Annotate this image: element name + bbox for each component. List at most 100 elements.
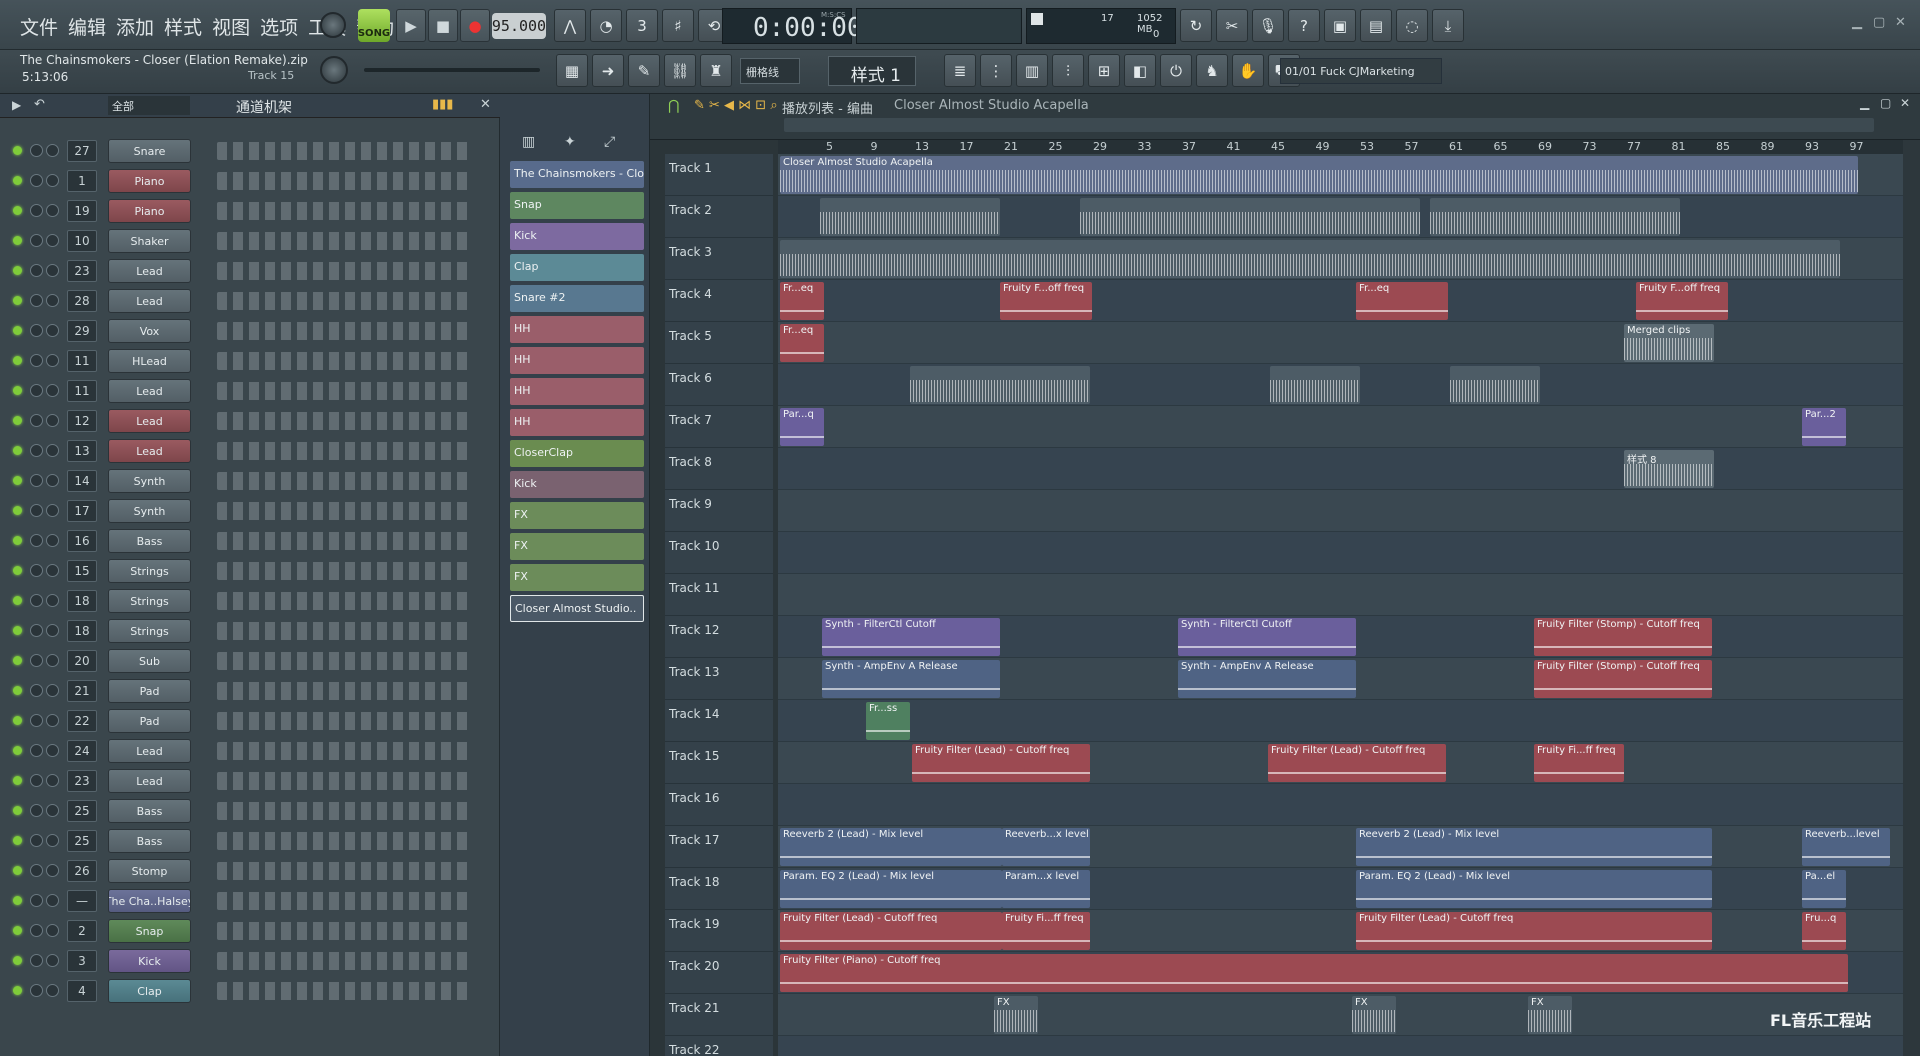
channel-button[interactable]: Stomp — [108, 859, 191, 883]
channel-pan-knob[interactable] — [30, 714, 43, 727]
track-header[interactable]: Track 11 — [665, 574, 773, 616]
playlist-clip[interactable]: Fruity Fi...ff freq — [1002, 912, 1090, 950]
close-icon[interactable]: ✕ — [1895, 15, 1906, 30]
channel-volume-knob[interactable] — [46, 414, 59, 427]
cut-icon[interactable]: ✂ — [1216, 9, 1248, 42]
news-panel[interactable]: 01/01 Fuck CJMarketing — [1280, 58, 1442, 84]
channel-pan-knob[interactable] — [30, 804, 43, 817]
playlist-clip[interactable]: Reeverb...level — [1802, 828, 1890, 866]
channel-button[interactable]: Bass — [108, 799, 191, 823]
channel-volume-knob[interactable] — [46, 444, 59, 457]
step-sequencer[interactable] — [217, 502, 473, 520]
picker-item[interactable]: Closer Almost Studio.. — [510, 595, 644, 622]
step-sequencer[interactable] — [217, 292, 473, 310]
channel-button[interactable]: Lead — [108, 769, 191, 793]
playlist-maximize-icon[interactable]: ▢ — [1880, 96, 1891, 110]
track-header[interactable]: Track 2 — [665, 196, 773, 238]
channel-volume-knob[interactable] — [46, 264, 59, 277]
playlist-clip[interactable]: Synth - AmpEnv A Release — [822, 660, 1000, 698]
menu-options[interactable]: 选项 — [258, 13, 300, 40]
channel-button[interactable]: Vox — [108, 319, 191, 343]
channel-button[interactable]: Piano — [108, 169, 191, 193]
channel-led-icon[interactable] — [13, 536, 22, 545]
channel-led-icon[interactable] — [13, 746, 22, 755]
pat-song-toggle[interactable]: SONG — [358, 9, 390, 42]
playlist-clip[interactable]: Reeverb...x level — [1002, 828, 1090, 866]
channel-button[interactable]: Kick — [108, 949, 191, 973]
playlist-clip[interactable] — [1430, 198, 1680, 236]
playlist-clip[interactable]: Merged clips — [1624, 324, 1714, 362]
channel-volume-knob[interactable] — [46, 894, 59, 907]
channel-volume-knob[interactable] — [46, 204, 59, 217]
channel-mixer-track[interactable]: 3 — [67, 950, 97, 972]
channel-led-icon[interactable] — [13, 416, 22, 425]
channel-led-icon[interactable] — [13, 446, 22, 455]
channel-led-icon[interactable] — [13, 476, 22, 485]
track-lane[interactable] — [778, 994, 1903, 1036]
channel-button[interactable]: Lead — [108, 739, 191, 763]
channel-mixer-track[interactable]: 14 — [67, 470, 97, 492]
channel-mixer-track[interactable]: 10 — [67, 230, 97, 252]
channel-pan-knob[interactable] — [30, 774, 43, 787]
channel-led-icon[interactable] — [13, 686, 22, 695]
playlist-clip[interactable]: Closer Almost Studio Acapella — [780, 156, 1858, 194]
playlist-clip[interactable]: FX — [994, 996, 1038, 1034]
maximize-icon[interactable]: ▢ — [1873, 15, 1885, 30]
channel-pan-knob[interactable] — [30, 624, 43, 637]
playlist-clip[interactable]: Fruity F...off freq — [1000, 282, 1092, 320]
playlist-clip[interactable]: Fruity Filter (Lead) - Cutoff freq — [1268, 744, 1446, 782]
download-icon[interactable]: ⤓ — [1432, 9, 1464, 42]
channel-volume-knob[interactable] — [46, 384, 59, 397]
record-button[interactable]: ● — [460, 9, 490, 42]
channel-volume-knob[interactable] — [46, 534, 59, 547]
channel-led-icon[interactable] — [13, 596, 22, 605]
menu-edit[interactable]: 编辑 — [66, 13, 108, 40]
piano-roll-icon[interactable]: ▦ — [556, 54, 588, 87]
channel-mixer-track[interactable]: 29 — [67, 320, 97, 342]
channel-led-icon[interactable] — [13, 866, 22, 875]
channel-pan-knob[interactable] — [30, 354, 43, 367]
step-sequencer[interactable] — [217, 892, 473, 910]
picker-item[interactable]: HH — [510, 347, 644, 374]
track-lane[interactable] — [778, 448, 1903, 490]
channel-mixer-track[interactable]: 16 — [67, 530, 97, 552]
track-lane[interactable] — [778, 700, 1903, 742]
picker-auto-icon[interactable]: ⤢ — [604, 134, 615, 150]
touch-icon[interactable]: ✋ — [1232, 54, 1264, 87]
channel-mixer-track[interactable]: 18 — [67, 620, 97, 642]
playlist-clip[interactable]: Reeverb 2 (Lead) - Mix level — [780, 828, 1002, 866]
channel-button[interactable]: Shaker — [108, 229, 191, 253]
playlist-clip[interactable]: Fr...ss — [866, 702, 910, 740]
channel-mixer-track[interactable]: 4 — [67, 980, 97, 1002]
track-lane[interactable] — [778, 784, 1903, 826]
undo-history-icon[interactable]: ↻ — [1180, 9, 1212, 42]
stop-button[interactable]: ■ — [428, 9, 458, 42]
playlist-clip[interactable]: Param...x level — [1002, 870, 1090, 908]
browser-view-icon[interactable]: ⊞ — [1088, 54, 1120, 87]
channel-volume-knob[interactable] — [46, 864, 59, 877]
channel-mixer-track[interactable]: 25 — [67, 830, 97, 852]
playlist-clip[interactable] — [1080, 198, 1420, 236]
playlist-clip[interactable]: Fruity F...off freq — [1636, 282, 1728, 320]
channel-pan-knob[interactable] — [30, 444, 43, 457]
playlist-clip[interactable]: Fruity Filter (Lead) - Cutoff freq — [912, 744, 1090, 782]
step-sequencer[interactable] — [217, 352, 473, 370]
playlist-clip[interactable]: Synth - FilterCtl Cutoff — [1178, 618, 1356, 656]
channel-button[interactable]: Strings — [108, 559, 191, 583]
channel-mixer-track[interactable]: 1 — [67, 170, 97, 192]
channel-pan-knob[interactable] — [30, 144, 43, 157]
channel-mixer-track[interactable]: 19 — [67, 200, 97, 222]
step-sequencer[interactable] — [217, 322, 473, 340]
plugin-icon[interactable]: ◧ — [1124, 54, 1156, 87]
channel-mixer-track[interactable]: 11 — [67, 350, 97, 372]
channel-button[interactable]: Pad — [108, 709, 191, 733]
step-sequencer[interactable] — [217, 982, 473, 1000]
track-lane[interactable] — [778, 574, 1903, 616]
minimize-icon[interactable]: ▁ — [1852, 15, 1862, 30]
picker-item[interactable]: FX — [510, 564, 644, 591]
channel-button[interactable]: The Cha..Halsey — [108, 889, 191, 913]
menu-file[interactable]: 文件 — [18, 13, 60, 40]
track-header[interactable]: Track 6 — [665, 364, 773, 406]
channel-button[interactable]: Lead — [108, 439, 191, 463]
channel-mixer-track[interactable]: 11 — [67, 380, 97, 402]
